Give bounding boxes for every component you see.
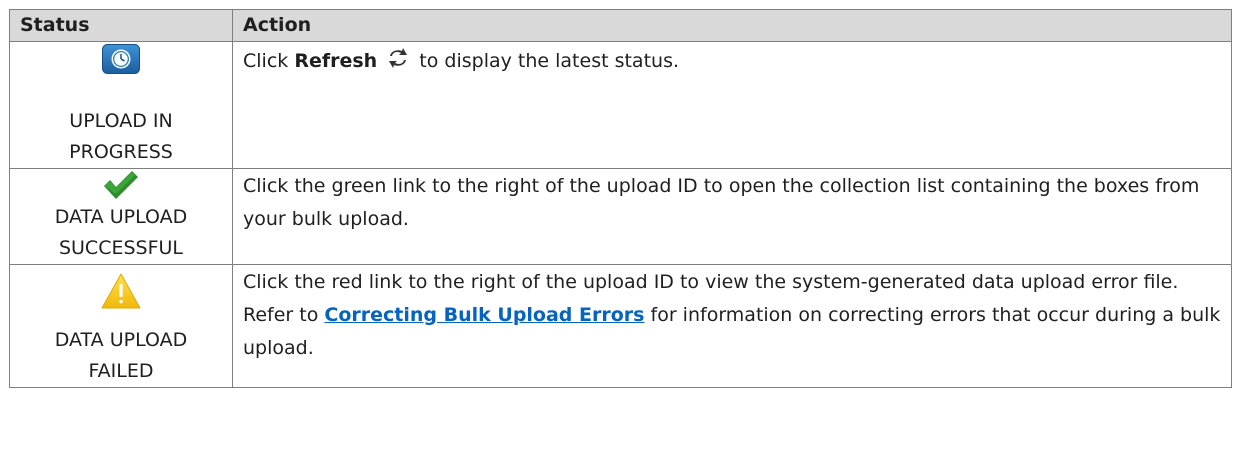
- status-label-line1: UPLOAD IN: [69, 110, 173, 132]
- refresh-label: Refresh: [294, 50, 378, 72]
- action-cell-failed: Click the red link to the right of the u…: [232, 264, 1232, 388]
- status-label-line2: PROGRESS: [69, 141, 173, 163]
- action-text-suffix: to display the latest status.: [419, 50, 680, 72]
- action-cell-in-progress: Click Refresh to display the latest stat…: [232, 41, 1232, 169]
- status-action-table: Status Action UPLOAD IN PROGRESS Click R…: [9, 9, 1232, 388]
- table-row: DATA UPLOAD SUCCESSFUL Click the green l…: [9, 168, 1232, 265]
- action-text: Click the green link to the right of the…: [243, 175, 1200, 230]
- warning-icon: [101, 273, 141, 319]
- header-action: Action: [232, 9, 1232, 42]
- action-cell-successful: Click the green link to the right of the…: [232, 168, 1232, 265]
- table-row: DATA UPLOAD FAILED Click the red link to…: [9, 264, 1232, 388]
- status-label-line1: DATA UPLOAD: [54, 329, 188, 351]
- table-row: UPLOAD IN PROGRESS Click Refresh to disp…: [9, 41, 1232, 169]
- status-label-line1: DATA UPLOAD: [54, 206, 188, 228]
- clock-icon: [102, 44, 140, 84]
- status-cell-in-progress: UPLOAD IN PROGRESS: [9, 41, 233, 169]
- table-header-row: Status Action: [9, 9, 1232, 42]
- correcting-bulk-upload-errors-link[interactable]: Correcting Bulk Upload Errors: [324, 304, 644, 326]
- status-cell-failed: DATA UPLOAD FAILED: [9, 264, 233, 388]
- status-label-line2: FAILED: [88, 360, 154, 382]
- status-label-line2: SUCCESSFUL: [58, 237, 184, 259]
- action-text: Click: [243, 50, 289, 72]
- header-status: Status: [9, 9, 233, 42]
- refresh-icon: [387, 47, 409, 69]
- status-cell-successful: DATA UPLOAD SUCCESSFUL: [9, 168, 233, 265]
